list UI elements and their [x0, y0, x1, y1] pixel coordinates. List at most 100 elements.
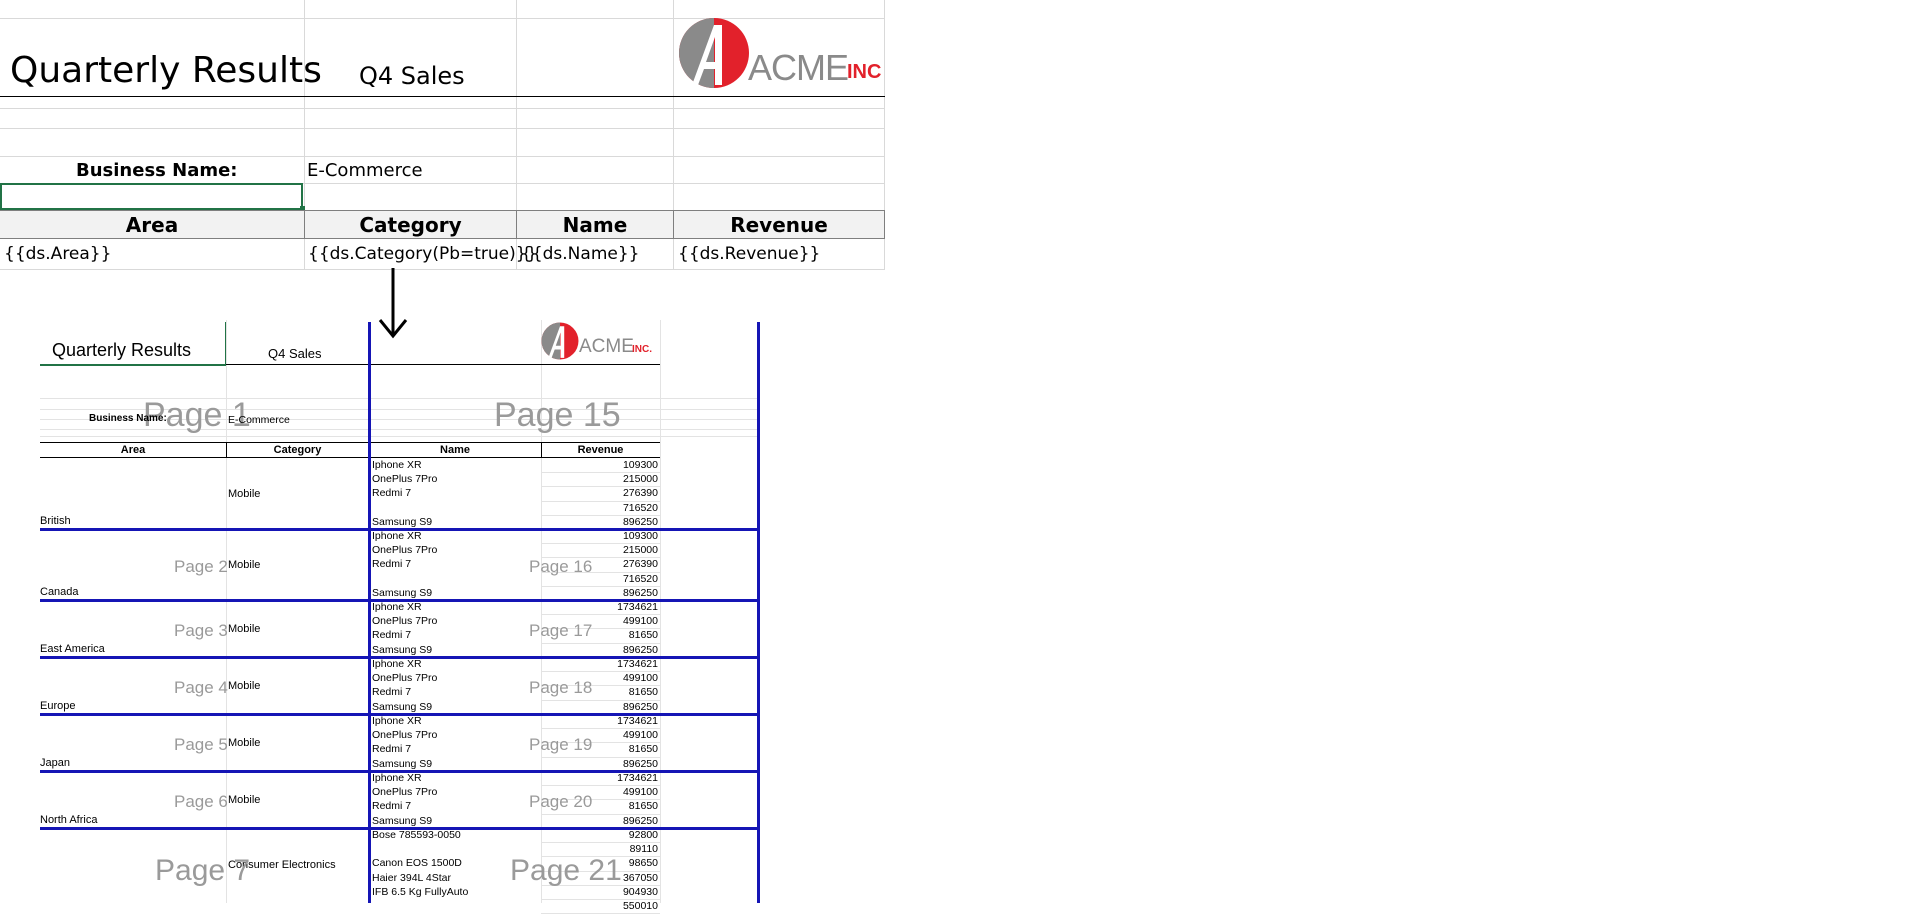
preview-logo-inc: INC. — [632, 344, 652, 355]
page-label-right: Page 17 — [529, 620, 593, 640]
preview-cell-border — [225, 322, 226, 366]
item-name: Iphone XR — [372, 459, 422, 471]
item-name: Redmi 7 — [372, 800, 412, 813]
item-revenue: 716520 — [622, 501, 658, 514]
preview-header-revenue: Revenue — [577, 444, 624, 456]
item-name: Redmi 7 — [372, 743, 412, 756]
item-name: OnePlus 7Pro — [372, 615, 438, 628]
item-area: East America — [40, 643, 105, 655]
preview-header-area: Area — [120, 444, 146, 456]
grid-line — [0, 108, 885, 109]
placeholder-revenue[interactable]: {{ds.Revenue}} — [678, 244, 820, 264]
item-name: Redmi 7 — [372, 558, 412, 571]
item-area: Europe — [40, 700, 76, 712]
item-revenue: 1734621 — [617, 658, 658, 670]
page-break-vertical[interactable] — [757, 322, 760, 903]
template-subtitle[interactable]: Q4 Sales — [359, 62, 465, 90]
item-revenue: 716520 — [622, 572, 658, 585]
item-area: Japan — [40, 757, 70, 769]
preview-header-category: Category — [273, 444, 322, 456]
business-name-label: Business Name: — [76, 160, 238, 181]
item-area: Canada — [40, 586, 79, 598]
item-revenue: 896250 — [622, 586, 658, 599]
page-label-right: Page 20 — [529, 791, 593, 811]
item-name: Iphone XR — [372, 715, 422, 727]
item-name: Redmi 7 — [372, 629, 412, 642]
item-name: Iphone XR — [372, 658, 422, 670]
item-revenue: 109300 — [622, 530, 658, 542]
page-label-right: Page 19 — [529, 734, 593, 754]
title-underline — [0, 96, 885, 97]
placeholder-name[interactable]: {{ds.Name}} — [521, 244, 639, 264]
item-revenue: 1734621 — [617, 715, 658, 727]
preview-subtitle: Q4 Sales — [268, 346, 322, 361]
preview-business-value: E-Commerce — [228, 414, 290, 426]
item-name: Bose 785593-0050 — [372, 829, 461, 841]
item-revenue: 81650 — [628, 800, 658, 813]
item-category: Mobile — [228, 736, 261, 749]
item-category: Mobile — [228, 793, 261, 806]
item-name: Redmi 7 — [372, 487, 412, 500]
item-name: OnePlus 7Pro — [372, 544, 438, 557]
item-name: Samsung S9 — [372, 515, 433, 528]
item-name: OnePlus 7Pro — [372, 672, 438, 685]
selected-cell[interactable] — [0, 183, 303, 210]
item-revenue: 81650 — [628, 743, 658, 756]
template-sheet: Quarterly Results Q4 Sales ACME INC Busi… — [0, 0, 885, 270]
page-label-left: Page 7 — [155, 854, 251, 887]
item-name: IFB 6.5 Kg FullyAuto — [372, 885, 469, 898]
item-area: North Africa — [40, 814, 98, 826]
page-label-left: Page 2 — [174, 556, 228, 576]
item-revenue: 550010 — [622, 900, 658, 912]
item-revenue: 1734621 — [617, 601, 658, 613]
item-name: Iphone XR — [372, 530, 422, 542]
item-area: British — [40, 515, 71, 527]
placeholder-category[interactable]: {{ds.Category(Pb=true)}} — [308, 244, 537, 264]
header-revenue[interactable]: Revenue — [674, 210, 885, 239]
item-category: Mobile — [228, 622, 261, 635]
preview-title-underline — [40, 364, 226, 366]
item-category: Mobile — [228, 679, 261, 692]
page-label-left: Page 5 — [174, 734, 228, 754]
acme-logo-mark-icon — [541, 322, 579, 360]
item-name: Samsung S9 — [372, 643, 433, 656]
item-name: Samsung S9 — [372, 814, 433, 827]
grid-line — [0, 128, 885, 129]
grid-line — [40, 436, 760, 437]
item-revenue: 896250 — [622, 515, 658, 528]
acme-logo-text: ACME — [748, 47, 849, 88]
preview-header-name: Name — [440, 444, 470, 456]
page-label-right: Page 16 — [529, 556, 593, 576]
page-label-left: Page 4 — [174, 677, 228, 697]
item-revenue: 896250 — [622, 757, 658, 770]
page-label-left: Page 3 — [174, 620, 228, 640]
page-label-15: Page 15 — [494, 396, 621, 434]
item-revenue: 81650 — [628, 686, 658, 699]
placeholder-area[interactable]: {{ds.Area}} — [4, 244, 111, 264]
item-category: Mobile — [228, 487, 261, 500]
acme-logo: ACME INC — [678, 17, 888, 93]
template-title[interactable]: Quarterly Results — [10, 50, 322, 91]
item-revenue: 215000 — [622, 544, 658, 557]
grid-line — [0, 269, 885, 270]
item-revenue: 499100 — [622, 729, 658, 742]
item-revenue: 896250 — [622, 643, 658, 656]
page-label-right: Page 18 — [529, 677, 593, 697]
business-name-value[interactable]: E-Commerce — [307, 160, 423, 181]
preview-header-divider — [226, 442, 227, 458]
header-area[interactable]: Area — [0, 210, 305, 239]
preview-header-divider — [541, 442, 542, 458]
preview-business-label: Business Name: — [89, 413, 167, 424]
item-revenue: 499100 — [622, 672, 658, 685]
item-name: Samsung S9 — [372, 757, 433, 770]
item-name: Haier 394L 4Star — [372, 871, 451, 884]
header-name[interactable]: Name — [517, 210, 674, 239]
item-name: Iphone XR — [372, 772, 422, 784]
item-revenue: 499100 — [622, 786, 658, 799]
preview-logo-text: ACME — [579, 336, 634, 357]
item-name: Iphone XR — [372, 601, 422, 613]
page-break-vertical[interactable] — [368, 322, 371, 903]
item-name: OnePlus 7Pro — [372, 729, 438, 742]
header-category[interactable]: Category — [305, 210, 517, 239]
item-name: OnePlus 7Pro — [372, 473, 438, 486]
